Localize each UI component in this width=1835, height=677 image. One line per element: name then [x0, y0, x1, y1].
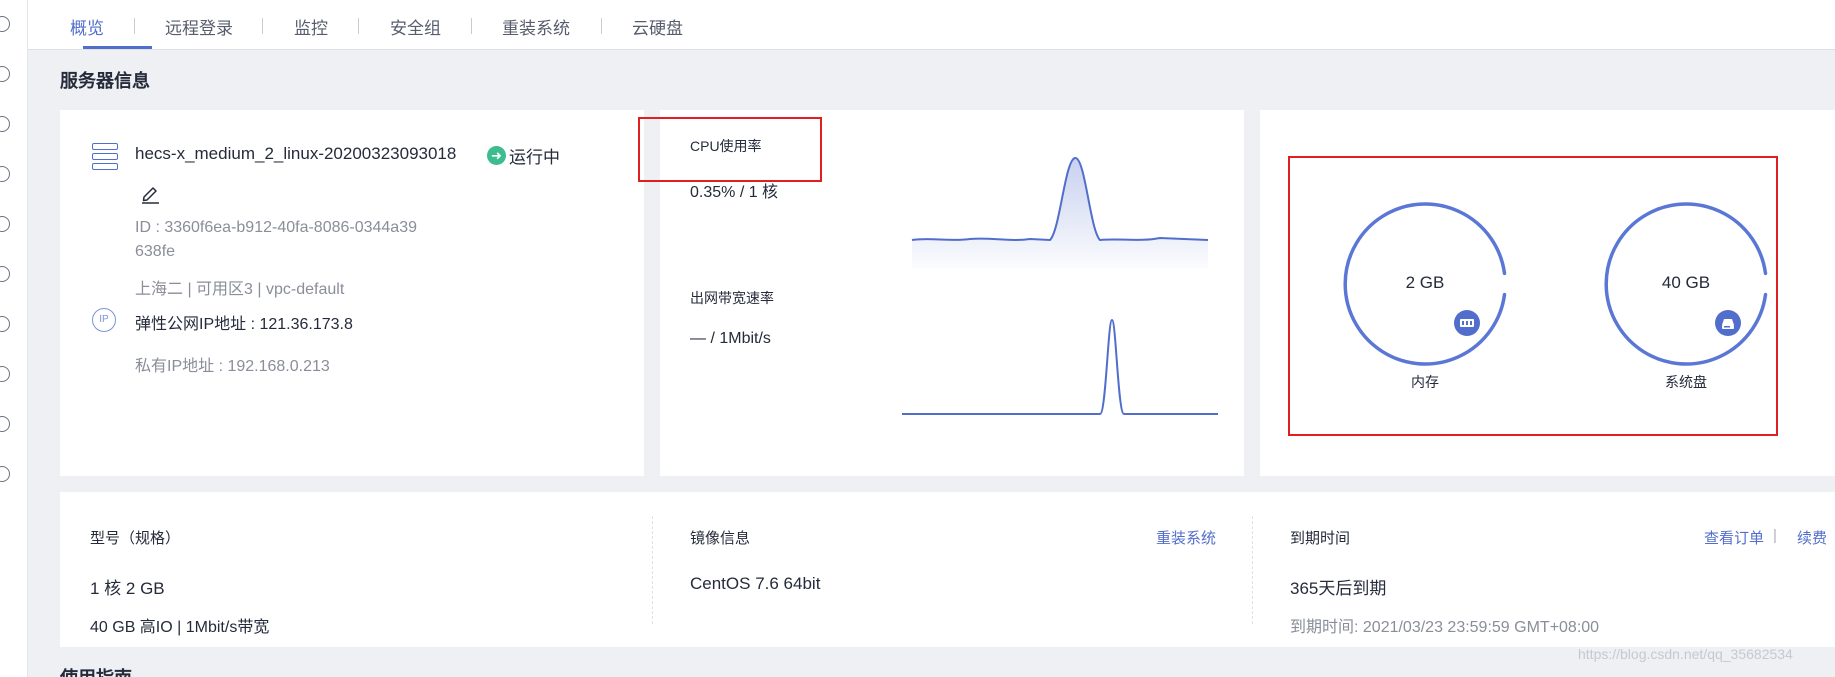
active-tab-indicator	[83, 46, 152, 49]
tab-divider	[134, 18, 135, 34]
nav-icon[interactable]	[0, 166, 10, 182]
server-icon	[92, 143, 118, 171]
nav-icon[interactable]	[0, 266, 10, 282]
tab-divider	[358, 18, 359, 34]
tab-bar: 概览 远程登录 监控 安全组 重装系统 云硬盘	[28, 0, 1835, 50]
expire-value: 365天后到期	[1290, 579, 1387, 598]
tab-divider	[601, 18, 602, 34]
tab-cloud-disk[interactable]: 云硬盘	[632, 14, 683, 39]
tab-monitoring[interactable]: 监控	[294, 14, 328, 39]
bandwidth-value: — / 1Mbit/s	[690, 330, 771, 347]
elastic-ip: 弹性公网IP地址 : 121.36.173.8	[135, 316, 353, 333]
spec-type-detail: 40 GB 高IO | 1Mbit/s带宽	[90, 619, 270, 636]
nav-icon[interactable]	[0, 216, 10, 232]
spec-type-title: 型号（规格）	[90, 530, 181, 547]
link-separator: |	[1773, 527, 1777, 544]
tab-remote-login[interactable]: 远程登录	[165, 14, 233, 39]
tab-reinstall-os[interactable]: 重装系统	[502, 14, 570, 39]
ip-icon: IP	[92, 308, 116, 332]
view-order-link[interactable]: 查看订单	[1704, 527, 1764, 548]
tab-divider	[471, 18, 472, 34]
column-divider	[652, 516, 653, 624]
reinstall-os-link[interactable]: 重装系统	[1156, 527, 1216, 548]
image-value: CentOS 7.6 64bit	[690, 574, 821, 593]
expire-time: 到期时间: 2021/03/23 23:59:59 GMT+08:00	[1290, 619, 1600, 636]
renew-link[interactable]: 续费	[1797, 527, 1827, 548]
tab-security-group[interactable]: 安全组	[390, 14, 441, 39]
tab-divider	[262, 18, 263, 34]
watermark: https://blog.csdn.net/qq_35682534	[1578, 646, 1793, 662]
resources-highlight-box	[1288, 156, 1778, 436]
running-status-icon: ➜	[487, 146, 506, 165]
server-name: hecs-x_medium_2_linux-20200323093018	[135, 144, 457, 163]
image-info-title: 镜像信息	[690, 530, 751, 547]
edit-icon[interactable]	[140, 184, 162, 204]
column-divider	[1252, 516, 1253, 624]
nav-icon[interactable]	[0, 316, 10, 332]
nav-icon[interactable]	[0, 366, 10, 382]
tab-overview[interactable]: 概览	[70, 14, 104, 39]
section-title: 服务器信息	[60, 71, 150, 91]
server-region: 上海二 | 可用区3 | vpc-default	[135, 281, 345, 298]
cpu-highlight-box	[638, 117, 822, 182]
left-nav-rail	[0, 0, 28, 677]
nav-icon[interactable]	[0, 466, 10, 482]
nav-icon[interactable]	[0, 16, 10, 32]
specs-card: 型号（规格） 1 核 2 GB 40 GB 高IO | 1Mbit/s带宽 镜像…	[60, 492, 1835, 647]
status-badge: ➜ 运行中	[487, 143, 560, 168]
expire-title: 到期时间	[1290, 530, 1351, 547]
nav-icon[interactable]	[0, 116, 10, 132]
spec-type-value: 1 核 2 GB	[90, 579, 165, 598]
server-info-card: hecs-x_medium_2_linux-20200323093018 ➜ 运…	[60, 110, 644, 476]
cpu-usage-sparkline	[911, 156, 1209, 268]
nav-icon[interactable]	[0, 66, 10, 82]
usage-guide-title: 使用指南	[60, 664, 132, 677]
bandwidth-label: 出网带宽速率	[690, 290, 774, 306]
bandwidth-sparkline	[902, 318, 1218, 415]
server-id: ID : 3360f6ea-b912-40fa-8086-0344a39638f…	[135, 219, 417, 260]
private-ip: 私有IP地址 : 192.168.0.213	[135, 358, 330, 375]
nav-icon[interactable]	[0, 416, 10, 432]
status-text: 运行中	[509, 148, 560, 167]
